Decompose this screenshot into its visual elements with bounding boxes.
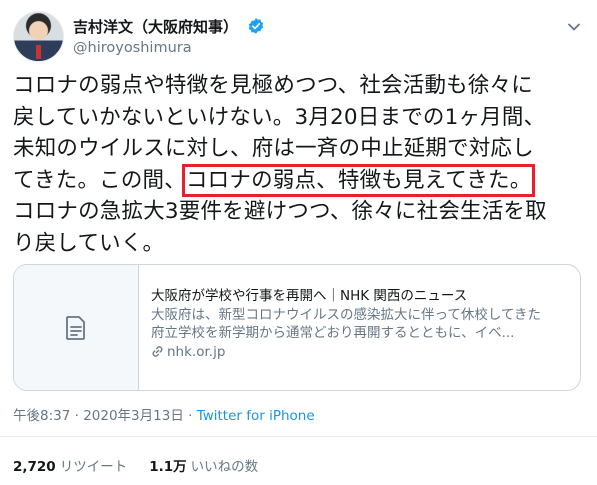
- tweet-line: コロナの弱点や特徴を見極めつつ、社会活動も徐々に: [13, 73, 533, 98]
- link-icon: [152, 346, 163, 357]
- document-icon: [66, 316, 85, 340]
- tweet-header: 吉村洋文（大阪府知事） @hiroyoshimura: [13, 11, 588, 63]
- card-body: 大阪府が学校や行事を再開へ｜NHK 関西のニュース 大阪府は、新型コロナウイルス…: [151, 287, 571, 361]
- tweet-line: 未知のウイルスに対し、府は一斉の中止延期で対応し: [13, 136, 534, 161]
- tweet-stats: 2,720 リツイート 1.1万 いいねの数: [13, 455, 258, 475]
- tweet-time[interactable]: 午後8:37: [13, 408, 70, 424]
- card-thumbnail: [14, 265, 139, 390]
- tweet-date[interactable]: 2020年3月13日: [83, 408, 184, 424]
- tweet-meta: 午後8:37 · 2020年3月13日 · Twitter for iPhone: [13, 408, 315, 424]
- retweets-stat[interactable]: 2,720 リツイート: [13, 459, 127, 475]
- highlighted-phrase: コロナの弱点、特徴も見えてきた。: [181, 163, 536, 197]
- tweet-line: り戻していく。: [13, 230, 165, 256]
- divider: [0, 436, 597, 437]
- tweet-text: コロナの弱点や特徴を見極めつつ、社会活動も徐々に 戻していかないといけない。3月…: [13, 70, 588, 259]
- user-names: 吉村洋文（大阪府知事） @hiroyoshimura: [73, 17, 265, 58]
- verified-badge-icon: [248, 18, 264, 34]
- tweet-source[interactable]: Twitter for iPhone: [197, 408, 315, 424]
- chevron-down-icon[interactable]: [566, 19, 582, 35]
- link-card[interactable]: 大阪府が学校や行事を再開へ｜NHK 関西のニュース 大阪府は、新型コロナウイルス…: [13, 264, 581, 391]
- likes-stat[interactable]: 1.1万 いいねの数: [149, 459, 258, 475]
- card-description: 大阪府は、新型コロナウイルスの感染拡大に伴って休校してきた 府立学校を新学期から…: [151, 307, 542, 341]
- tweet-line: てきた。この間、コロナの弱点、特徴も見えてきた。: [13, 163, 536, 197]
- display-name[interactable]: 吉村洋文（大阪府知事）: [73, 18, 238, 36]
- user-handle[interactable]: @hiroyoshimura: [73, 38, 265, 58]
- card-title: 大阪府が学校や行事を再開へ｜NHK 関西のニュース: [151, 288, 468, 304]
- tweet-line: 戻していかないといけない。3月20日までの1ヶ月間、: [13, 104, 546, 130]
- avatar[interactable]: [13, 11, 64, 62]
- card-domain: nhk.or.jp: [151, 343, 571, 361]
- tweet-line: コロナの急拡大3要件を避けつつ、徐々に社会生活を取: [13, 199, 547, 224]
